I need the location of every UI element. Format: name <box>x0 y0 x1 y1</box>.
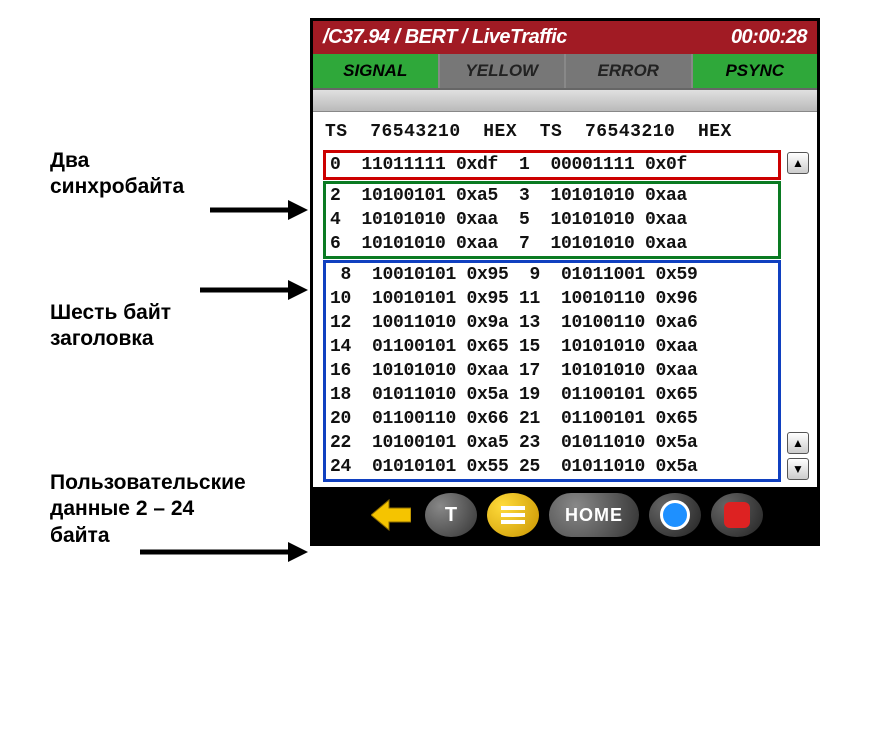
scroll-up-button-2[interactable]: ▲ <box>787 432 809 454</box>
menu-icon <box>501 505 525 525</box>
home-button[interactable]: HOME <box>549 493 639 537</box>
external-annotations: Двасинхробайта Шесть байтзаголовка Польз… <box>0 0 310 752</box>
status-bar: SIGNAL YELLOW ERROR PSYNC <box>313 54 817 90</box>
table-row: 4 10101010 0xaa 5 10101010 0xaa <box>326 208 778 232</box>
arrow-icon <box>140 540 308 564</box>
annotation-user: Пользовательскиеданные 2 – 24байта <box>50 470 246 549</box>
chevron-up-icon: ▲ <box>792 156 804 170</box>
content-area: TS 76543210 HEX TS 76543210 HEX 0 110111… <box>313 112 817 487</box>
table-row: 8 10010101 0x95 9 01011001 0x59 <box>326 263 778 287</box>
secondary-bar <box>313 90 817 112</box>
stop-icon <box>724 502 750 528</box>
status-error[interactable]: ERROR <box>566 54 693 88</box>
table-row: 10 10010101 0x95 11 10010110 0x96 <box>326 287 778 311</box>
table-row: 6 10101010 0xaa 7 10101010 0xaa <box>326 232 778 256</box>
status-yellow[interactable]: YELLOW <box>440 54 567 88</box>
table-row: 14 01100101 0x65 15 10101010 0xaa <box>326 335 778 359</box>
arrow-icon <box>210 198 308 222</box>
table-row: 0 11011111 0xdf 1 00001111 0x0f <box>326 153 778 177</box>
table-row: 20 01100110 0x66 21 01100101 0x65 <box>326 407 778 431</box>
table-row: 18 01011010 0x5a 19 01100101 0x65 <box>326 383 778 407</box>
breadcrumb: /C37.94 / BERT / LiveTraffic <box>323 26 567 49</box>
sync-bytes-box: 0 11011111 0xdf 1 00001111 0x0f <box>323 150 781 180</box>
table-row: 22 10100101 0xa5 23 01011010 0x5a <box>326 431 778 455</box>
table-row: 24 01010101 0x55 25 01011010 0x5a <box>326 455 778 479</box>
user-data-box: 8 10010101 0x95 9 01011001 0x59 10 10010… <box>323 260 781 482</box>
scrollbar: ▲ ▲ ▼ <box>785 150 811 482</box>
chevron-down-icon: ▼ <box>792 462 804 476</box>
table-row: 16 10101010 0xaa 17 10101010 0xaa <box>326 359 778 383</box>
back-button[interactable] <box>367 493 415 537</box>
device-screen: /C37.94 / BERT / LiveTraffic 00:00:28 SI… <box>310 18 820 546</box>
t-label: T <box>445 504 457 527</box>
annotation-header: Шесть байтзаголовка <box>50 300 171 353</box>
home-label: HOME <box>565 505 623 526</box>
chevron-up-icon: ▲ <box>792 436 804 450</box>
menu-button[interactable] <box>487 493 539 537</box>
table-row: 12 10011010 0x9a 13 10100110 0xa6 <box>326 311 778 335</box>
annotation-sync: Двасинхробайта <box>50 148 184 201</box>
t-button[interactable]: T <box>425 493 477 537</box>
stop-button[interactable] <box>711 493 763 537</box>
status-signal[interactable]: SIGNAL <box>313 54 440 88</box>
back-arrow-icon <box>371 498 411 532</box>
elapsed-time: 00:00:28 <box>731 26 807 49</box>
column-headers: TS 76543210 HEX TS 76543210 HEX <box>323 118 811 150</box>
arrow-icon <box>200 278 308 302</box>
title-bar: /C37.94 / BERT / LiveTraffic 00:00:28 <box>313 21 817 54</box>
scroll-up-button[interactable]: ▲ <box>787 152 809 174</box>
header-bytes-box: 2 10100101 0xa5 3 10101010 0xaa 4 101010… <box>323 181 781 259</box>
scroll-down-button[interactable]: ▼ <box>787 458 809 480</box>
refresh-button[interactable] <box>649 493 701 537</box>
status-psync[interactable]: PSYNC <box>693 54 818 88</box>
data-table: 0 11011111 0xdf 1 00001111 0x0f 2 101001… <box>323 150 811 482</box>
bottom-toolbar: T HOME <box>313 487 817 543</box>
table-row: 2 10100101 0xa5 3 10101010 0xaa <box>326 184 778 208</box>
refresh-icon <box>660 500 690 530</box>
